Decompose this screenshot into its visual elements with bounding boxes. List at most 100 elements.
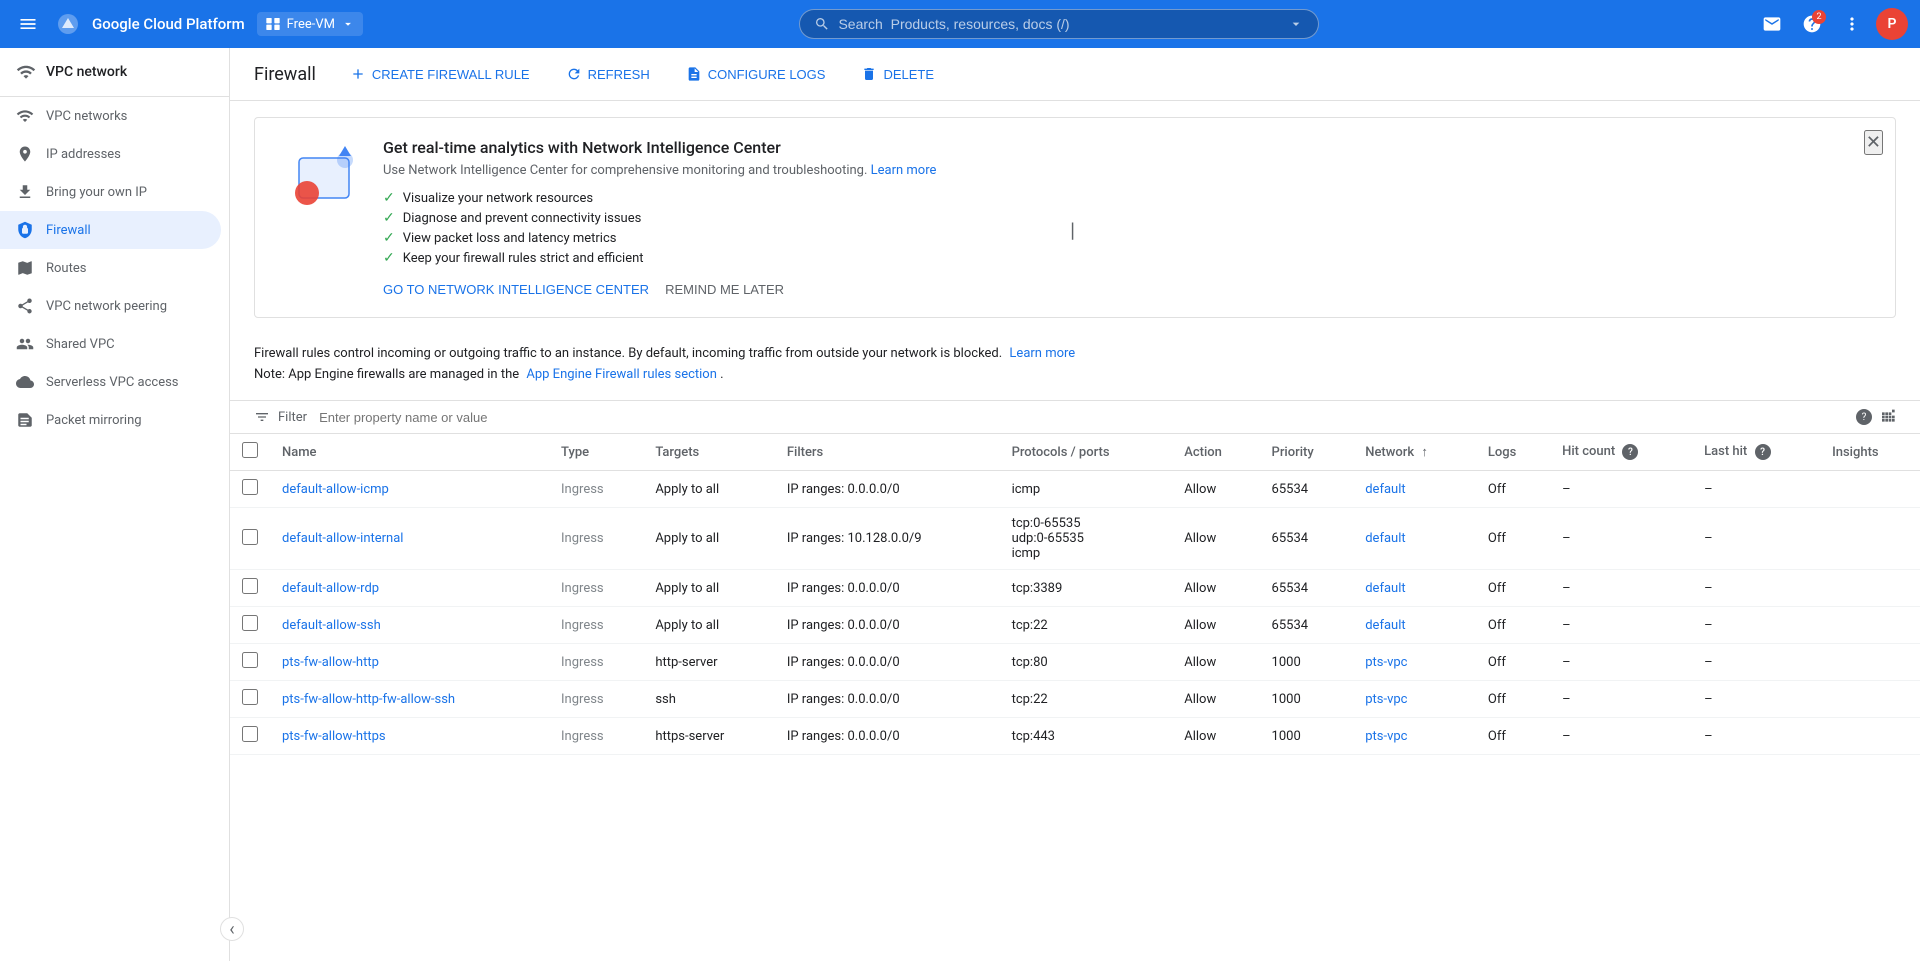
cell-name-1[interactable]: default-allow-internal	[270, 508, 549, 570]
columns-icon[interactable]	[1880, 409, 1896, 425]
cell-filters-3: IP ranges: 0.0.0.0/0	[775, 607, 1000, 644]
cell-hit-count-0: –	[1550, 471, 1692, 508]
filter-right: ?	[1852, 409, 1896, 425]
app-engine-firewall-link[interactable]: App Engine Firewall rules section	[526, 367, 717, 382]
cell-network-2[interactable]: default	[1353, 570, 1476, 607]
sidebar-header: VPC network	[0, 48, 229, 97]
cell-network-1[interactable]: default	[1353, 508, 1476, 570]
col-last-hit: Last hit ?	[1692, 434, 1820, 471]
help-icon[interactable]: 2	[1796, 8, 1828, 40]
cell-network-0[interactable]: default	[1353, 471, 1476, 508]
row-checkbox-0[interactable]	[242, 479, 258, 495]
row-checkbox-5[interactable]	[242, 689, 258, 705]
select-all-checkbox[interactable]	[242, 442, 258, 458]
row-checkbox-6[interactable]	[242, 726, 258, 742]
cell-network-4[interactable]: pts-vpc	[1353, 644, 1476, 681]
row-checkbox-1[interactable]	[242, 529, 258, 545]
sidebar-item-bring-your-own-ip[interactable]: Bring your own IP	[0, 173, 221, 211]
cell-action-1: Allow	[1172, 508, 1259, 570]
sidebar-item-packet-mirroring[interactable]: Packet mirroring	[0, 401, 221, 439]
sidebar-item-vpc-networks[interactable]: VPC networks	[0, 97, 221, 135]
promo-illustration	[279, 138, 359, 218]
hamburger-menu-icon[interactable]	[12, 8, 44, 40]
cell-protocols-6: tcp:443	[1000, 718, 1173, 755]
cell-name-6[interactable]: pts-fw-allow-https	[270, 718, 549, 755]
promo-close-button[interactable]: ✕	[1864, 130, 1883, 155]
sidebar-item-ip-addresses[interactable]: IP addresses	[0, 135, 221, 173]
avatar[interactable]: P	[1876, 8, 1908, 40]
cell-name-3[interactable]: default-allow-ssh	[270, 607, 549, 644]
sidebar-item-shared-vpc[interactable]: Shared VPC	[0, 325, 221, 363]
cell-hit-count-2: –	[1550, 570, 1692, 607]
info-learn-more-link[interactable]: Learn more	[1009, 346, 1075, 361]
filter-input[interactable]	[319, 410, 1844, 425]
cell-last-hit-1: –	[1692, 508, 1820, 570]
row-checkbox-4[interactable]	[242, 652, 258, 668]
search-area	[363, 9, 1756, 39]
cell-filters-4: IP ranges: 0.0.0.0/0	[775, 644, 1000, 681]
cursor-indicator: |	[1070, 218, 1075, 242]
cell-action-4: Allow	[1172, 644, 1259, 681]
check-icon-3: ✓	[383, 230, 395, 246]
cell-type-4: Ingress	[549, 644, 643, 681]
sort-icon: ↑	[1421, 444, 1428, 460]
col-logs: Logs	[1476, 434, 1550, 471]
cell-insights-4	[1820, 644, 1920, 681]
search-input[interactable]	[838, 16, 1280, 32]
last-hit-help-icon[interactable]: ?	[1755, 444, 1771, 460]
promo-learn-more-link[interactable]: Learn more	[871, 163, 937, 178]
filter-icon	[254, 409, 270, 425]
remind-me-later-button[interactable]: REMIND ME LATER	[665, 282, 784, 297]
cell-network-5[interactable]: pts-vpc	[1353, 681, 1476, 718]
cell-name-4[interactable]: pts-fw-allow-http	[270, 644, 549, 681]
vpc-peering-icon	[16, 297, 34, 315]
table-row: default-allow-icmp Ingress Apply to all …	[230, 471, 1920, 508]
col-action: Action	[1172, 434, 1259, 471]
delete-icon	[861, 66, 877, 82]
cell-insights-2	[1820, 570, 1920, 607]
col-hit-count: Hit count ?	[1550, 434, 1692, 471]
cell-filters-5: IP ranges: 0.0.0.0/0	[775, 681, 1000, 718]
cell-name-0[interactable]: default-allow-icmp	[270, 471, 549, 508]
row-checkbox-3[interactable]	[242, 615, 258, 631]
info-section: Firewall rules control incoming or outgo…	[230, 334, 1920, 401]
cell-protocols-5: tcp:22	[1000, 681, 1173, 718]
configure-logs-button[interactable]: CONFIGURE LOGS	[676, 60, 836, 88]
sidebar-header-title: VPC network	[46, 64, 127, 80]
sidebar-item-label: IP addresses	[46, 147, 121, 162]
sidebar-item-routes[interactable]: Routes	[0, 249, 221, 287]
cell-name-5[interactable]: pts-fw-allow-http-fw-allow-ssh	[270, 681, 549, 718]
delete-button[interactable]: DELETE	[851, 60, 944, 88]
cell-priority-5: 1000	[1260, 681, 1354, 718]
cell-insights-0	[1820, 471, 1920, 508]
page-title: Firewall	[254, 64, 316, 85]
cell-type-2: Ingress	[549, 570, 643, 607]
check-icon-4: ✓	[383, 250, 395, 266]
hit-count-help-icon[interactable]: ?	[1622, 444, 1638, 460]
sidebar-item-serverless-vpc-access[interactable]: Serverless VPC access	[0, 363, 221, 401]
sidebar-item-firewall[interactable]: Firewall	[0, 211, 221, 249]
notifications-icon[interactable]	[1756, 8, 1788, 40]
sidebar-collapse-toggle[interactable]: ‹	[220, 917, 244, 941]
search-box[interactable]	[799, 9, 1319, 39]
refresh-button[interactable]: REFRESH	[556, 60, 660, 88]
col-network[interactable]: Network ↑	[1353, 434, 1476, 471]
more-icon[interactable]	[1836, 8, 1868, 40]
create-firewall-rule-button[interactable]: CREATE FIREWALL RULE	[340, 60, 540, 88]
cell-network-6[interactable]: pts-vpc	[1353, 718, 1476, 755]
network-intelligence-illustration	[279, 138, 359, 218]
col-targets: Targets	[643, 434, 775, 471]
filter-help-icon[interactable]: ?	[1856, 409, 1872, 425]
info-line-1: Firewall rules control incoming or outgo…	[254, 346, 1896, 361]
project-selector[interactable]: Free-VM	[257, 12, 363, 36]
table-row: pts-fw-allow-https Ingress https-server …	[230, 718, 1920, 755]
cell-network-3[interactable]: default	[1353, 607, 1476, 644]
main-content: Firewall CREATE FIREWALL RULE REFRESH CO…	[230, 48, 1920, 961]
row-checkbox-2[interactable]	[242, 578, 258, 594]
cell-last-hit-6: –	[1692, 718, 1820, 755]
cell-name-2[interactable]: default-allow-rdp	[270, 570, 549, 607]
go-to-network-intelligence-button[interactable]: GO TO NETWORK INTELLIGENCE CENTER	[383, 282, 649, 297]
promo-feature-2: ✓Diagnose and prevent connectivity issue…	[383, 210, 1871, 226]
cell-logs-2: Off	[1476, 570, 1550, 607]
sidebar-item-vpc-network-peering[interactable]: VPC network peering	[0, 287, 221, 325]
